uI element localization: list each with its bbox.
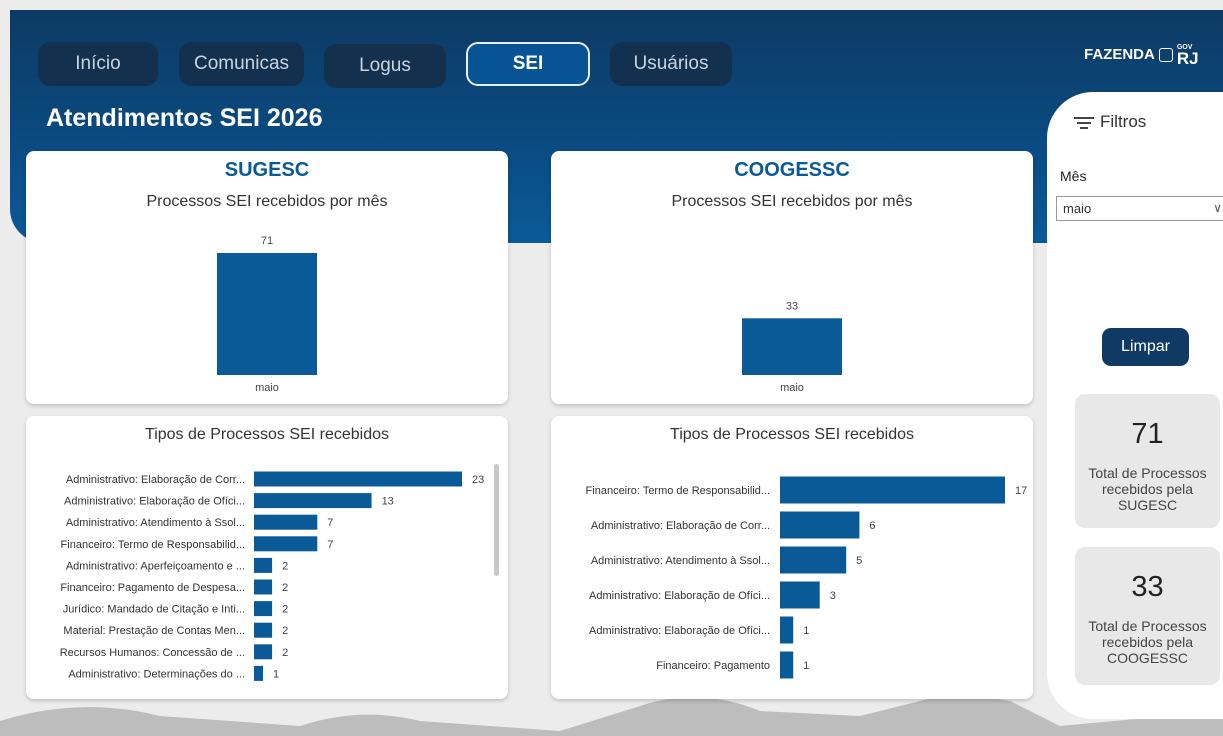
page-title: Atendimentos SEI 2026 — [46, 104, 323, 132]
chart-bar — [780, 581, 820, 609]
filter-icon — [1074, 115, 1094, 129]
chart-bar — [780, 546, 847, 574]
data-label: 6 — [869, 520, 875, 532]
coogessc-monthly-chart: 33 maio — [742, 300, 842, 394]
y-tick-label: Financeiro: Termo de Responsabilid... — [61, 539, 245, 551]
scrollbar[interactable] — [494, 464, 499, 576]
month-select-value: maio — [1063, 201, 1092, 216]
y-tick-label: Administrativo: Elaboração de Ofíci... — [589, 590, 770, 602]
kpi-card-coogessc: 33 Total de Processos recebidos pela COO… — [1075, 547, 1220, 685]
dashboard: Início Comunicas Logus SEI Usuários FAZE… — [0, 0, 1223, 736]
chart-bar — [254, 644, 273, 660]
data-label: 1 — [803, 625, 809, 637]
y-tick-label: Administrativo: Atendimento à Ssol... — [66, 517, 245, 529]
data-label: 2 — [282, 560, 288, 572]
y-tick-label: Financeiro: Pagamento — [656, 660, 770, 672]
chevron-down-icon: ∨ — [1213, 201, 1222, 215]
x-tick-label: maio — [780, 382, 804, 394]
y-tick-label: Administrativo: Elaboração de Corr... — [591, 520, 770, 532]
data-label: 7 — [327, 539, 333, 551]
chart-bar — [254, 665, 264, 681]
kpi-label: Total de Processos recebidos pela COOGES… — [1088, 618, 1207, 666]
chart-bar — [254, 514, 318, 530]
tab-inicio[interactable]: Início — [38, 42, 158, 86]
y-tick-label: Administrativo: Aperfeiçoamento e ... — [66, 560, 245, 572]
y-tick-label: Jurídico: Mandado de Citação e Inti... — [63, 604, 245, 616]
chart-bar — [254, 622, 273, 638]
kpi-card-sugesc: 71 Total de Processos recebidos pela SUG… — [1075, 394, 1220, 528]
chart-bar — [780, 476, 1005, 504]
brand-state: RJ — [1176, 49, 1199, 68]
tab-comunicas[interactable]: Comunicas — [179, 42, 304, 86]
chart-bar — [254, 601, 273, 617]
tab-usuarios[interactable]: Usuários — [610, 42, 732, 86]
y-tick-label: Administrativo: Determinações do ... — [68, 668, 245, 680]
data-label: 2 — [282, 604, 288, 616]
y-tick-label: Administrativo: Atendimento à Ssol... — [591, 555, 770, 567]
chart-bar — [254, 493, 372, 509]
chart-bar — [254, 579, 273, 595]
coogessc-types-chart: Financeiro: Termo de Responsabilid... 17 A… — [586, 476, 1027, 679]
data-label: 2 — [282, 647, 288, 659]
kpi-label: Total de Processos recebidos pela SUGESC — [1088, 465, 1207, 513]
y-tick-label: Administrativo: Elaboração de Ofíci... — [589, 625, 770, 637]
chart-bar — [780, 651, 794, 679]
filters-header[interactable]: Filtros — [1074, 112, 1146, 132]
filters-label: Filtros — [1100, 112, 1147, 131]
chart-bar — [254, 557, 273, 573]
coogessc-types-card: Tipos de Processos SEI recebidos Finance… — [551, 416, 1033, 699]
data-label: 1 — [803, 660, 809, 672]
data-label: 3 — [830, 590, 836, 602]
y-tick-label: Recursos Humanos: Concessão de ... — [60, 647, 245, 659]
month-select[interactable]: maio ∨ — [1056, 196, 1223, 221]
tab-sei[interactable]: SEI — [466, 42, 590, 86]
data-label: 1 — [273, 668, 279, 680]
y-tick-label: Administrativo: Elaboração de Ofíci... — [64, 496, 245, 508]
chart-bar — [742, 318, 842, 375]
data-label: 2 — [282, 625, 288, 637]
clear-filters-button[interactable]: Limpar — [1102, 328, 1189, 366]
data-label: 23 — [472, 474, 484, 486]
sugesc-types-card: Tipos de Processos SEI recebidos Adminis… — [26, 416, 508, 699]
y-tick-label: Financeiro: Termo de Responsabilid... — [586, 485, 770, 497]
chart-bar — [217, 253, 317, 375]
coat-of-arms-icon — [1158, 47, 1173, 62]
chart-bar — [254, 536, 318, 552]
sugesc-monthly-chart: 71 maio — [217, 235, 317, 394]
chart-bar — [780, 511, 860, 539]
data-label: 13 — [382, 496, 394, 508]
data-label: 33 — [786, 300, 798, 312]
tab-logus[interactable]: Logus — [324, 44, 446, 88]
brand-name: FAZENDA — [1084, 46, 1155, 63]
sugesc-monthly-card: SUGESC Processos SEI recebidos por mês 7… — [26, 151, 508, 404]
data-label: 5 — [856, 555, 862, 567]
coogessc-monthly-card: COOGESSC Processos SEI recebidos por mês… — [551, 151, 1033, 404]
data-label: 2 — [282, 582, 288, 594]
month-filter-label: Mês — [1060, 168, 1087, 184]
data-label: 7 — [327, 517, 333, 529]
chart-bar — [254, 471, 462, 487]
brand-logo: FAZENDA GOV RJ — [1084, 43, 1199, 68]
data-label: 71 — [261, 235, 273, 247]
y-tick-label: Administrativo: Elaboração de Corr... — [66, 474, 245, 486]
sugesc-types-chart: Administrativo: Elaboração de Corr... 23 A… — [60, 471, 484, 681]
y-tick-label: Material: Prestação de Contas Men... — [63, 625, 245, 637]
x-tick-label: maio — [255, 382, 279, 394]
chart-bar — [780, 616, 794, 644]
kpi-value: 71 — [1131, 418, 1164, 450]
data-label: 17 — [1015, 485, 1027, 497]
y-tick-label: Financeiro: Pagamento de Despesa... — [60, 582, 245, 594]
kpi-value: 33 — [1131, 571, 1164, 603]
